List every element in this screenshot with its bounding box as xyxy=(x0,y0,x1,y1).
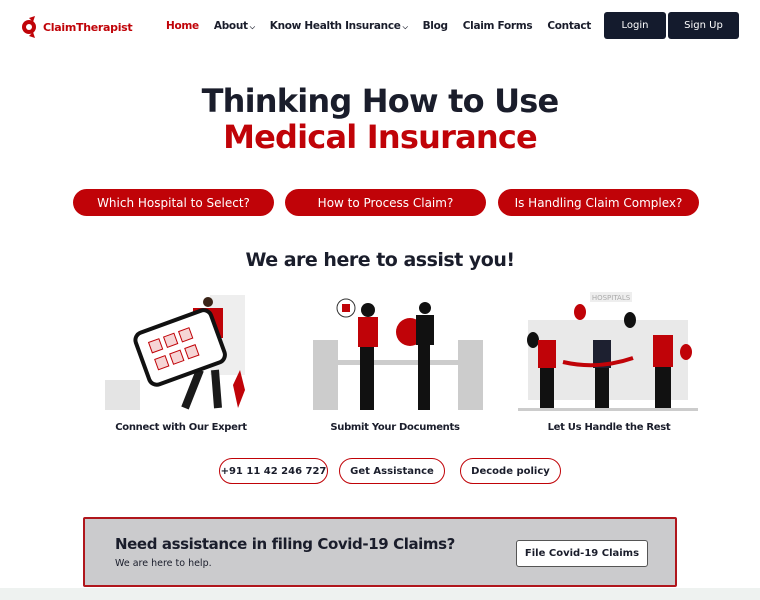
chevron-down-icon: ⌵ xyxy=(402,23,408,31)
documents-illustration xyxy=(313,298,483,410)
get-assistance-button[interactable]: Get Assistance xyxy=(339,458,445,484)
nav-know-health-insurance[interactable]: Know Health Insurance ⌵ xyxy=(270,20,408,32)
hero-title: Thinking How to Use xyxy=(201,82,560,120)
nav-label: About xyxy=(213,20,248,32)
step-caption: Let Us Handle the Rest xyxy=(547,422,671,433)
signup-button[interactable]: Sign Up xyxy=(668,12,739,39)
question-process-button[interactable]: How to Process Claim? xyxy=(285,189,486,216)
step-caption: Connect with Our Expert xyxy=(115,422,247,433)
question-hospital-button[interactable]: Which Hospital to Select? xyxy=(73,189,274,216)
nav-claim-forms[interactable]: Claim Forms xyxy=(463,20,533,32)
footer-strip xyxy=(0,588,760,600)
hospital-sign: HOSPITALS xyxy=(592,294,631,302)
logo-text: ClaimTherapist xyxy=(43,20,133,34)
hero-title-highlight: Medical Insurance xyxy=(223,118,538,156)
decode-policy-button[interactable]: Decode policy xyxy=(460,458,561,484)
nav-home[interactable]: Home xyxy=(166,20,199,32)
nav-label: Know Health Insurance xyxy=(269,20,401,32)
covid-title: Need assistance in filing Covid-19 Claim… xyxy=(115,535,455,553)
handle-rest-illustration: HOSPITALS xyxy=(518,292,698,411)
chevron-down-icon: ⌵ xyxy=(249,23,255,31)
nav-blog[interactable]: Blog xyxy=(423,20,448,32)
assist-title: We are here to assist you! xyxy=(245,249,515,271)
header: ClaimTherapist Home About ⌵ Know Health I… xyxy=(0,0,760,55)
nav-about[interactable]: About ⌵ xyxy=(214,20,255,32)
logo-icon xyxy=(22,16,36,38)
nav-contact[interactable]: Contact xyxy=(547,20,591,32)
expert-illustration xyxy=(105,295,245,410)
question-complex-button[interactable]: Is Handling Claim Complex? xyxy=(498,189,699,216)
covid-subtitle: We are here to help. xyxy=(115,558,212,569)
phone-button[interactable]: +91 11 42 246 727 xyxy=(219,458,328,484)
step-caption: Submit Your Documents xyxy=(330,422,460,433)
login-button[interactable]: Login xyxy=(604,12,666,39)
main-nav: Home About ⌵ Know Health Insurance ⌵ Blog … xyxy=(166,20,591,32)
logo[interactable]: ClaimTherapist xyxy=(20,16,133,38)
covid-banner: Need assistance in filing Covid-19 Claim… xyxy=(83,517,677,587)
file-covid-claims-button[interactable]: File Covid-19 Claims xyxy=(516,540,648,567)
